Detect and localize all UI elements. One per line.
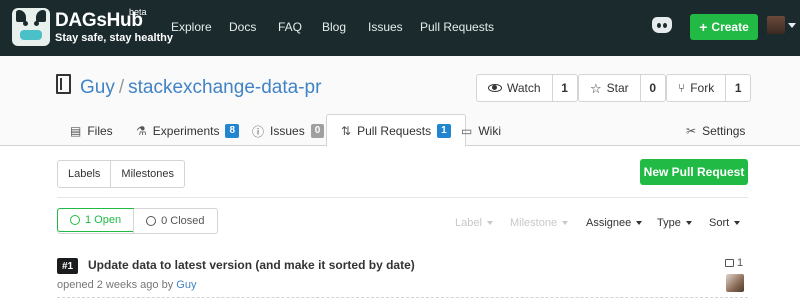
- fork-count[interactable]: 1: [726, 81, 750, 95]
- new-pull-request-button[interactable]: New Pull Request: [640, 159, 748, 185]
- tab-wiki[interactable]: ▭ Wiki: [461, 116, 501, 146]
- chevron-down-icon: [685, 221, 692, 225]
- milestones-button[interactable]: Milestones: [110, 161, 184, 187]
- assignee-filter-dropdown[interactable]: Assignee: [586, 217, 643, 229]
- comment-count[interactable]: 1: [725, 257, 743, 269]
- repo-owner-link[interactable]: Guy: [80, 77, 115, 98]
- chevron-down-icon: [734, 221, 741, 225]
- labels-button[interactable]: Labels: [58, 161, 110, 187]
- open-circle-icon: [70, 215, 80, 225]
- closed-filter-button[interactable]: 0 Closed: [133, 209, 216, 233]
- sort-filter-dropdown[interactable]: Sort: [709, 217, 741, 229]
- pr-meta-text: opened 2 weeks ago by: [57, 279, 174, 291]
- state-filter-group: 1 Open 0 Closed: [57, 208, 218, 234]
- tab-files-label: Files: [87, 124, 113, 138]
- chevron-down-icon: [562, 221, 569, 225]
- nav-faq[interactable]: FAQ: [278, 20, 302, 34]
- tab-pull-requests[interactable]: ⇅ Pull Requests 1: [326, 114, 466, 147]
- pull-request-icon: ⇅: [341, 123, 352, 138]
- wrench-icon: ✂: [686, 124, 697, 138]
- beta-label: beta: [129, 7, 147, 17]
- eye-icon: [488, 84, 502, 92]
- repo-title: Guy / stackexchange-data-pr: [80, 77, 321, 99]
- tab-wiki-label: Wiki: [478, 124, 502, 138]
- labels-milestones-group: Labels Milestones: [57, 160, 185, 188]
- nav-issues[interactable]: Issues: [368, 20, 403, 34]
- flask-icon: ⚗: [136, 124, 147, 138]
- label-filter-dropdown: Label: [455, 217, 493, 229]
- tab-pull-requests-label: Pull Requests: [357, 123, 432, 138]
- brand-tagline: Stay safe, stay healthy: [55, 32, 174, 44]
- star-label: Star: [606, 81, 629, 95]
- tab-issues-label: Issues: [270, 124, 305, 138]
- comment-icon: [725, 259, 734, 267]
- watch-count[interactable]: 1: [553, 81, 577, 95]
- watch-label: Watch: [507, 81, 541, 95]
- tab-experiments-label: Experiments: [152, 124, 220, 138]
- chevron-down-icon[interactable]: [788, 23, 796, 28]
- pr-meta: opened 2 weeks ago by Guy: [57, 279, 196, 291]
- sort-filter-label: Sort: [709, 217, 730, 229]
- nav-blog[interactable]: Blog: [322, 20, 346, 34]
- watch-button[interactable]: Watch 1: [476, 74, 578, 102]
- star-icon: ☆: [590, 80, 602, 96]
- type-filter-dropdown[interactable]: Type: [657, 217, 692, 229]
- dagshub-logo-icon[interactable]: [12, 8, 50, 46]
- tab-settings[interactable]: ✂ Settings: [686, 116, 745, 146]
- issue-icon: ⓘ: [252, 124, 265, 139]
- pull-requests-count-badge: 1: [437, 123, 451, 138]
- closed-circle-icon: [146, 216, 157, 226]
- pr-author-link[interactable]: Guy: [176, 279, 196, 291]
- repo-separator: /: [118, 77, 125, 98]
- nav-explore[interactable]: Explore: [171, 20, 212, 34]
- tab-files[interactable]: ▤ Files: [70, 116, 113, 146]
- experiments-count-badge: 8: [225, 124, 240, 138]
- wiki-icon: ▭: [461, 124, 473, 138]
- plus-icon: +: [699, 19, 708, 35]
- comment-count-value: 1: [737, 257, 744, 269]
- divider: [57, 197, 748, 198]
- type-filter-label: Type: [657, 217, 681, 229]
- user-avatar[interactable]: [767, 16, 785, 34]
- star-button[interactable]: ☆ Star 0: [578, 74, 666, 102]
- create-button[interactable]: + Create: [690, 14, 758, 40]
- create-label: Create: [711, 20, 749, 34]
- nav-docs[interactable]: Docs: [229, 20, 256, 34]
- star-count[interactable]: 0: [641, 81, 665, 95]
- repo-name-link[interactable]: stackexchange-data-pr: [128, 77, 321, 98]
- file-icon: ▤: [70, 124, 82, 138]
- pr-title-link[interactable]: Update data to latest version (and make …: [88, 258, 415, 272]
- label-filter-label: Label: [455, 217, 482, 229]
- milestone-filter-label: Milestone: [510, 217, 558, 229]
- fork-label: Fork: [690, 81, 715, 95]
- open-filter-label: 1 Open: [85, 214, 122, 226]
- fork-button[interactable]: ⑂ Fork 1: [666, 74, 752, 102]
- pr-author-avatar[interactable]: [726, 274, 744, 292]
- chevron-down-icon: [636, 221, 643, 225]
- discord-icon[interactable]: [652, 17, 672, 33]
- open-filter-button[interactable]: 1 Open: [57, 208, 135, 232]
- tab-issues[interactable]: ⓘ Issues 0: [252, 116, 325, 146]
- fork-icon: ⑂: [678, 81, 686, 95]
- repo-book-icon: [56, 74, 71, 94]
- tab-settings-label: Settings: [702, 124, 746, 138]
- issues-count-badge: 0: [310, 124, 325, 138]
- closed-filter-label: 0 Closed: [161, 215, 205, 227]
- pr-number-badge: #1: [57, 258, 79, 274]
- chevron-down-icon: [486, 221, 493, 225]
- divider: [57, 297, 748, 298]
- milestone-filter-dropdown: Milestone: [510, 217, 569, 229]
- nav-pull-requests[interactable]: Pull Requests: [420, 20, 494, 34]
- tab-experiments[interactable]: ⚗ Experiments 8: [136, 116, 240, 146]
- assignee-filter-label: Assignee: [586, 217, 632, 229]
- top-navbar: DAGsHub beta Stay safe, stay healthy Exp…: [0, 0, 800, 56]
